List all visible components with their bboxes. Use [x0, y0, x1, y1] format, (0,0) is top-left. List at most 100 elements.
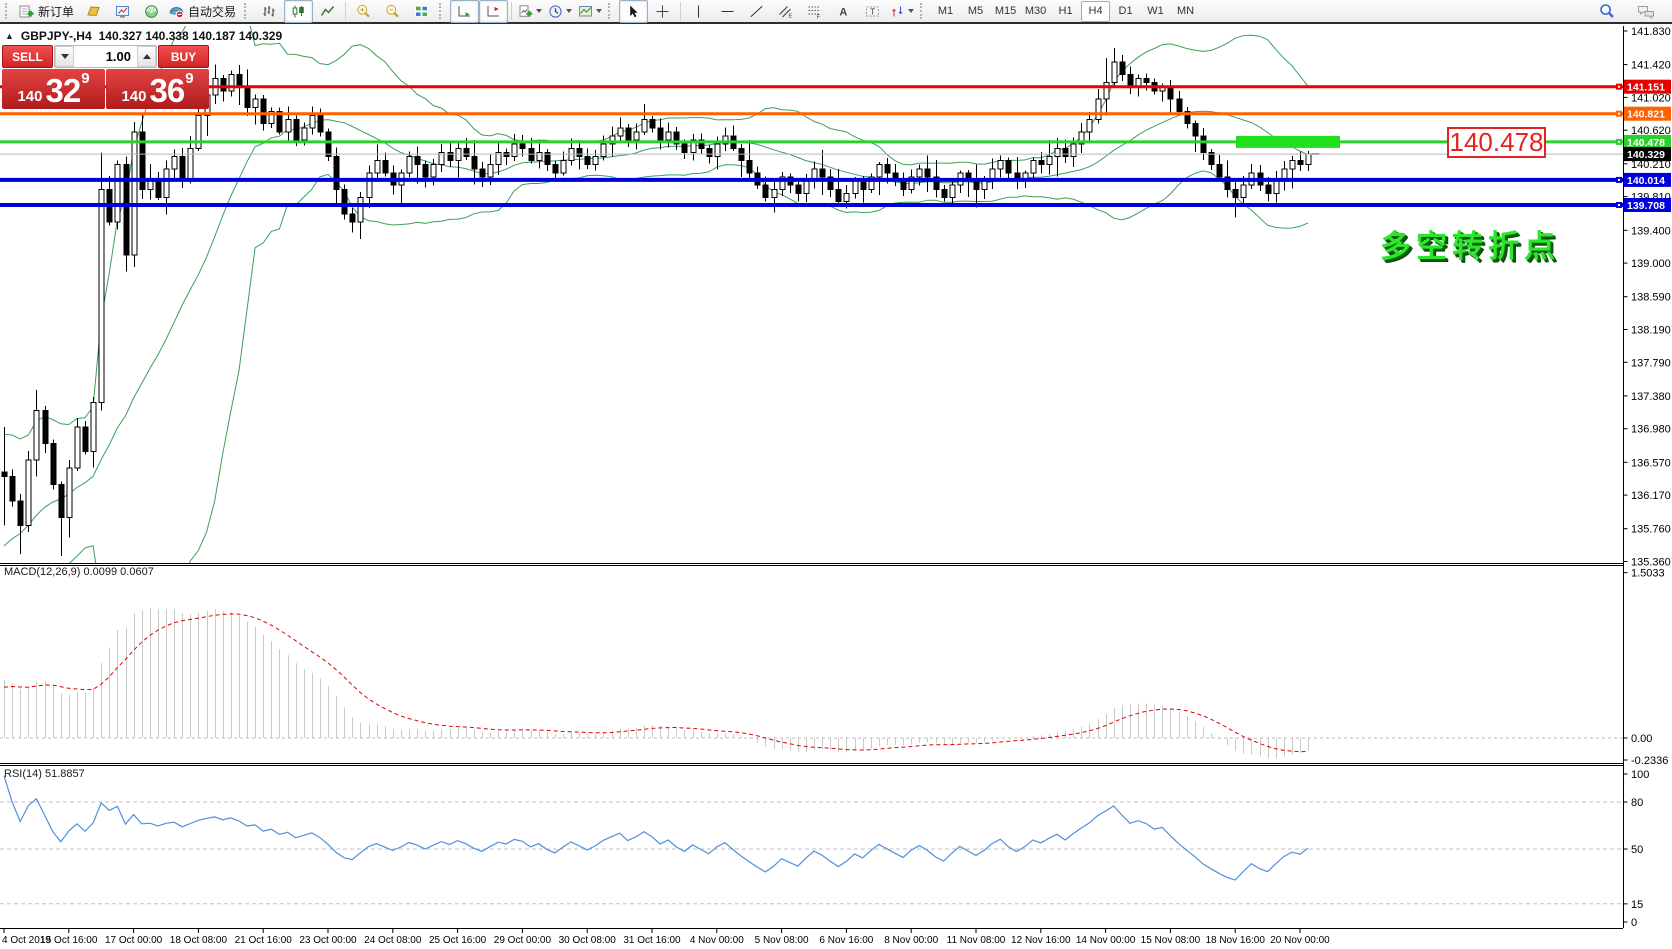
channel-tool-button[interactable]: E — [771, 0, 800, 23]
svg-text:31 Oct 16:00: 31 Oct 16:00 — [623, 935, 681, 946]
chat-button[interactable] — [1631, 0, 1660, 23]
line-chart-icon — [320, 4, 335, 19]
price-badge: 140.014 — [1616, 173, 1671, 187]
svg-text:20 Nov 00:00: 20 Nov 00:00 — [1270, 935, 1330, 946]
new-order-icon — [19, 4, 34, 19]
svg-text:141.151: 141.151 — [1627, 82, 1665, 94]
sell-button[interactable]: SELL — [2, 45, 53, 68]
svg-text:50: 50 — [1631, 844, 1643, 856]
new-order-button[interactable]: 新订单 — [16, 0, 79, 23]
volume-down-button[interactable] — [55, 46, 74, 67]
svg-text:137.380: 137.380 — [1631, 391, 1671, 403]
tile-windows-icon — [414, 4, 429, 19]
new-chart-button[interactable] — [515, 0, 545, 23]
svg-text:15: 15 — [1631, 899, 1643, 911]
cursor-tool-button[interactable] — [619, 0, 648, 23]
timeframe-button-M15[interactable]: M15 — [991, 1, 1020, 22]
timeframe-button-M1[interactable]: M1 — [931, 1, 960, 22]
timeframe-button-W1[interactable]: W1 — [1141, 1, 1170, 22]
line-chart-button[interactable] — [313, 0, 342, 23]
symbol-name: GBPJPY-,H4 — [21, 29, 92, 43]
autotrading-icon — [169, 4, 184, 19]
svg-text:135.760: 135.760 — [1631, 524, 1671, 536]
candlestick-chart-button[interactable] — [284, 0, 313, 23]
zoom-out-button[interactable] — [378, 0, 407, 23]
sell-price-pips: 32 — [45, 76, 80, 106]
text-tool-button[interactable]: A — [829, 0, 858, 23]
volume-up-button[interactable] — [137, 46, 156, 67]
autotrading-button[interactable]: 自动交易 — [166, 0, 241, 23]
price-level-callout[interactable]: 140.478 — [1447, 127, 1546, 158]
crosshair-tool-button[interactable] — [648, 0, 677, 23]
tile-windows-button[interactable] — [407, 0, 436, 23]
mt4-window: 新订单 自动交易 — [0, 0, 1672, 949]
dropdown-caret-icon — [536, 9, 542, 13]
publish-chart-button[interactable] — [108, 0, 137, 23]
svg-text:141.420: 141.420 — [1631, 60, 1671, 72]
toolbar-grip[interactable] — [920, 3, 927, 19]
svg-text:140.329: 140.329 — [1627, 149, 1665, 161]
toolbar-grip[interactable] — [608, 3, 615, 19]
buy-price-pips: 36 — [149, 76, 184, 106]
templates-button[interactable] — [575, 0, 605, 23]
vertical-line-icon — [691, 4, 706, 19]
bar-chart-button[interactable] — [255, 0, 284, 23]
timeframe-button-M30[interactable]: M30 — [1021, 1, 1050, 22]
label-icon: T — [865, 4, 880, 19]
toolbar-grip[interactable] — [439, 3, 446, 19]
svg-text:138.590: 138.590 — [1631, 292, 1671, 304]
toolbar-separator — [511, 2, 512, 20]
sell-price-display[interactable]: 140 32 9 — [2, 69, 105, 109]
svg-text:4 Nov 00:00: 4 Nov 00:00 — [690, 935, 744, 946]
horizontal-line-tool-button[interactable] — [713, 0, 742, 23]
timeframe-button-D1[interactable]: D1 — [1111, 1, 1140, 22]
price-badge: 139.708 — [1616, 198, 1671, 212]
svg-text:6 Nov 16:00: 6 Nov 16:00 — [819, 935, 873, 946]
signals-button[interactable] — [137, 0, 166, 23]
triangle-down-icon — [61, 54, 69, 59]
svg-text:15 Oct 16:00: 15 Oct 16:00 — [40, 935, 98, 946]
timeframe-button-M5[interactable]: M5 — [961, 1, 990, 22]
buy-button[interactable]: BUY — [158, 45, 209, 68]
svg-text:140.478: 140.478 — [1627, 137, 1665, 149]
svg-text:141.830: 141.830 — [1631, 26, 1671, 38]
auto-scroll-icon — [457, 4, 472, 19]
price-badge: 141.151 — [1616, 80, 1671, 94]
svg-text:139.400: 139.400 — [1631, 225, 1671, 237]
market-watch-button[interactable] — [79, 0, 108, 23]
label-tool-button[interactable]: T — [858, 0, 887, 23]
periods-button[interactable] — [545, 0, 575, 23]
svg-text:100: 100 — [1631, 769, 1649, 781]
toolbar-grip[interactable] — [5, 3, 12, 19]
crosshair-icon — [655, 4, 670, 19]
timeframe-button-H4[interactable]: H4 — [1081, 1, 1110, 22]
zoom-in-button[interactable] — [349, 0, 378, 23]
time-axis: 4 Oct 201915 Oct 16:0017 Oct 00:0018 Oct… — [2, 929, 1330, 947]
buy-price-display[interactable]: 140 36 9 — [106, 69, 209, 109]
svg-text:30 Oct 08:00: 30 Oct 08:00 — [559, 935, 617, 946]
toolbar-grip[interactable] — [244, 3, 251, 19]
toolbar-separator — [345, 2, 346, 20]
chart-canvas[interactable]: 141.830141.420141.020140.620140.210139.8… — [0, 26, 1672, 949]
vertical-line-tool-button[interactable] — [684, 0, 713, 23]
timeframe-button-MN[interactable]: MN — [1171, 1, 1200, 22]
fibonacci-tool-button[interactable]: F — [800, 0, 829, 23]
search-button[interactable] — [1592, 0, 1621, 23]
arrows-tool-button[interactable] — [887, 0, 917, 23]
svg-text:8 Nov 00:00: 8 Nov 00:00 — [884, 935, 938, 946]
svg-text:0: 0 — [1631, 917, 1637, 929]
volume-input[interactable] — [74, 46, 137, 67]
macd-pane — [0, 608, 1623, 758]
svg-text:23 Oct 00:00: 23 Oct 00:00 — [299, 935, 357, 946]
auto-scroll-button[interactable] — [450, 0, 479, 23]
chat-icon — [1637, 4, 1655, 19]
chart-shift-button[interactable] — [479, 0, 508, 23]
rsi-indicator-label: RSI(14) 51.8857 — [4, 768, 85, 780]
timeframe-button-H1[interactable]: H1 — [1051, 1, 1080, 22]
sell-price-pipette: 9 — [81, 72, 89, 86]
collapse-toggle[interactable]: ▲ — [5, 31, 14, 41]
rsi-pane — [0, 776, 1623, 904]
toolbar: 新订单 自动交易 — [0, 0, 1672, 24]
svg-text:T: T — [870, 7, 875, 16]
trendline-tool-button[interactable] — [742, 0, 771, 23]
